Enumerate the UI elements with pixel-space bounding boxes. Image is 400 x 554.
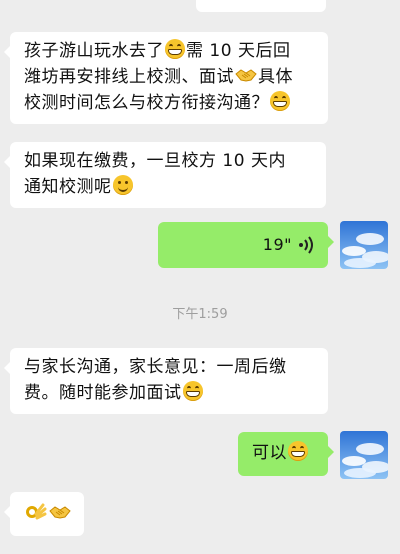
voice-duration: 19" <box>262 235 292 254</box>
timestamp: 下午1:59 <box>172 307 228 322</box>
handshake-emoji-icon <box>49 506 71 519</box>
text-segment: 如果现在缴费，一旦校方 10 天内 <box>24 151 286 171</box>
user-avatar[interactable] <box>340 431 388 479</box>
sky-avatar-image <box>340 221 388 269</box>
grin-emoji-icon <box>270 91 290 111</box>
text-segment: 孩子游山玩水去了 <box>24 41 164 61</box>
grin-emoji-icon <box>182 381 203 401</box>
message-text: 可以 <box>252 443 287 463</box>
voice-wave-icon <box>299 236 313 254</box>
message-bubble-4[interactable]: 与家长沟通，家长意见：一周后缴 费。随时能参加面试 <box>4 348 328 414</box>
grin-emoji-icon <box>165 39 185 59</box>
bubble-tail <box>4 506 10 518</box>
message-text: 与家长沟通，家长意见：一周后缴 费。随时能参加面试 <box>24 354 316 406</box>
message-bubble-5[interactable]: 可以 <box>238 432 334 476</box>
message-text: 孩子游山玩水去了 需 10 天后回 潍坊再安排线上校测、面试 具体 校测时间怎么与校… <box>24 38 316 116</box>
handshake-emoji-icon <box>235 69 257 82</box>
message-bubble-6[interactable] <box>4 492 84 536</box>
text-segment: 具体 <box>258 67 293 87</box>
text-segment: 费。随时能参加面试 <box>24 383 182 403</box>
user-avatar[interactable] <box>340 221 388 269</box>
message-bubble-partial[interactable] <box>196 0 326 12</box>
bubble-tail <box>4 362 10 374</box>
message-text: 如果现在缴费，一旦校方 10 天内 通知校测呢 <box>24 148 314 200</box>
bubble-tail <box>4 156 10 168</box>
bubble-tail <box>328 446 334 458</box>
bubble-tail <box>4 46 10 58</box>
sky-avatar-image <box>340 431 388 479</box>
text-segment: 与家长沟通，家长意见：一周后缴 <box>24 357 287 377</box>
bubble-tail <box>328 236 334 248</box>
voice-message-bubble[interactable]: 19" <box>158 222 334 268</box>
grin-emoji-icon <box>288 441 308 461</box>
ok-hand-emoji-icon <box>26 503 47 520</box>
text-segment: 校测时间怎么与校方衔接沟通？ <box>24 93 269 113</box>
message-bubble-1[interactable]: 孩子游山玩水去了 需 10 天后回 潍坊再安排线上校测、面试 具体 校测时间怎么与校… <box>4 32 328 124</box>
message-bubble-2[interactable]: 如果现在缴费，一旦校方 10 天内 通知校测呢 <box>4 142 326 208</box>
smile-emoji-icon <box>112 175 133 195</box>
text-segment: 潍坊再安排线上校测、面试 <box>24 67 234 87</box>
text-segment: 通知校测呢 <box>24 177 112 197</box>
text-segment: 需 10 天后回 <box>186 41 291 61</box>
